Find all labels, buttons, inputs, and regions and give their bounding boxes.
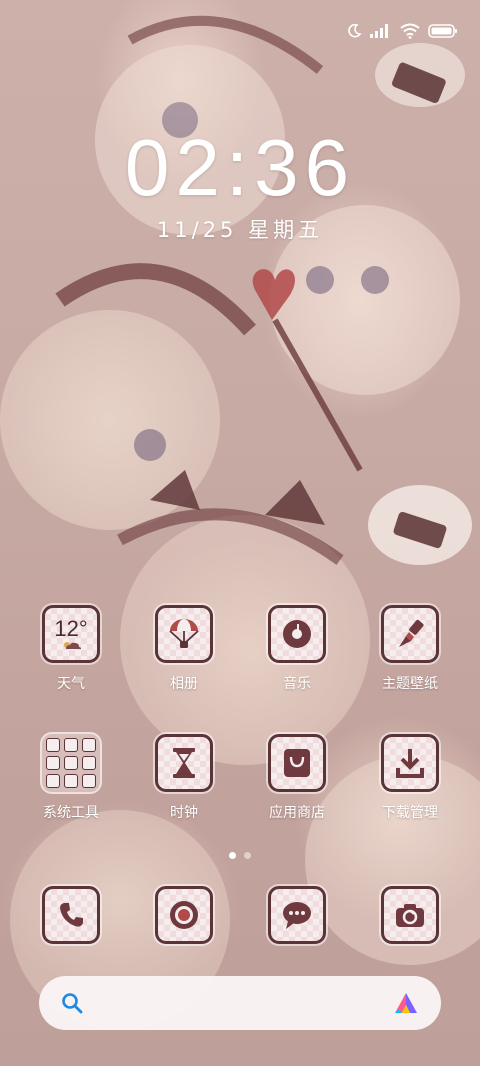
page-dot-active[interactable]	[229, 852, 236, 859]
brush-icon	[381, 605, 439, 663]
paintbrush-icon	[399, 619, 424, 647]
clock-time[interactable]: 02:36	[0, 122, 480, 214]
dock-phone[interactable]	[21, 886, 121, 944]
camera-icon	[381, 886, 439, 944]
app-clock[interactable]: 时钟	[134, 734, 234, 822]
mini-app-icon	[46, 774, 60, 788]
mini-app-icon	[64, 756, 78, 770]
weather-icon: 12°	[42, 605, 100, 663]
weather-temperature: 12°	[54, 616, 88, 641]
mini-app-icon	[46, 756, 60, 770]
hourglass-icon	[155, 734, 213, 792]
parachute-icon	[169, 619, 199, 648]
app-store[interactable]: 应用商店	[247, 734, 347, 822]
page-indicator[interactable]	[0, 852, 480, 859]
store-icon	[268, 734, 326, 792]
download-icon	[381, 734, 439, 792]
mini-app-icon	[46, 738, 60, 752]
mini-app-icon	[82, 738, 96, 752]
mini-app-icon	[82, 756, 96, 770]
battery-icon	[428, 24, 457, 38]
app-label: 时钟	[170, 805, 198, 821]
status-bar	[346, 18, 458, 44]
signal-icon	[370, 24, 388, 38]
clock-date[interactable]: 11/25 星期五	[0, 214, 480, 244]
page-dot[interactable]	[244, 852, 251, 859]
vinyl-icon	[283, 620, 311, 648]
app-label: 应用商店	[269, 805, 325, 821]
moon-icon	[348, 23, 362, 38]
chat-bubble-icon	[283, 902, 311, 929]
folder-icon	[40, 732, 102, 794]
gallery-icon	[155, 605, 213, 663]
handset-glyph	[60, 903, 83, 927]
dock-camera[interactable]	[360, 886, 460, 944]
app-gallery[interactable]: 相册	[134, 605, 234, 693]
search-bar[interactable]	[39, 976, 441, 1030]
app-weather[interactable]: 12° 天气	[21, 605, 121, 693]
dock-browser[interactable]	[134, 886, 234, 944]
camera-glyph	[396, 904, 424, 927]
app-label: 系统工具	[43, 805, 99, 821]
wifi-icon	[400, 23, 420, 39]
shopping-bag-icon	[284, 749, 310, 777]
app-label: 天气	[57, 676, 85, 692]
app-music[interactable]: 音乐	[247, 605, 347, 693]
music-icon	[268, 605, 326, 663]
app-label: 下载管理	[382, 805, 438, 821]
mini-app-icon	[82, 774, 96, 788]
search-icon[interactable]	[61, 992, 83, 1014]
mini-app-icon	[64, 774, 78, 788]
browser-icon	[155, 886, 213, 944]
app-downloads[interactable]: 下载管理	[360, 734, 460, 822]
mini-app-icon	[64, 738, 78, 752]
hourglass-glyph	[173, 748, 195, 778]
assistant-icon[interactable]	[393, 991, 419, 1015]
app-label: 音乐	[283, 676, 311, 692]
phone-icon	[42, 886, 100, 944]
dock-messages[interactable]	[247, 886, 347, 944]
ring-icon	[170, 901, 198, 929]
download-arrow-icon	[396, 749, 424, 778]
cloud-sun-icon	[64, 642, 81, 649]
app-label: 主题壁纸	[382, 676, 438, 692]
app-themes[interactable]: 主题壁纸	[360, 605, 460, 693]
app-folder-system-tools[interactable]: 系统工具	[21, 732, 121, 822]
app-label: 相册	[170, 676, 198, 692]
message-icon	[268, 886, 326, 944]
